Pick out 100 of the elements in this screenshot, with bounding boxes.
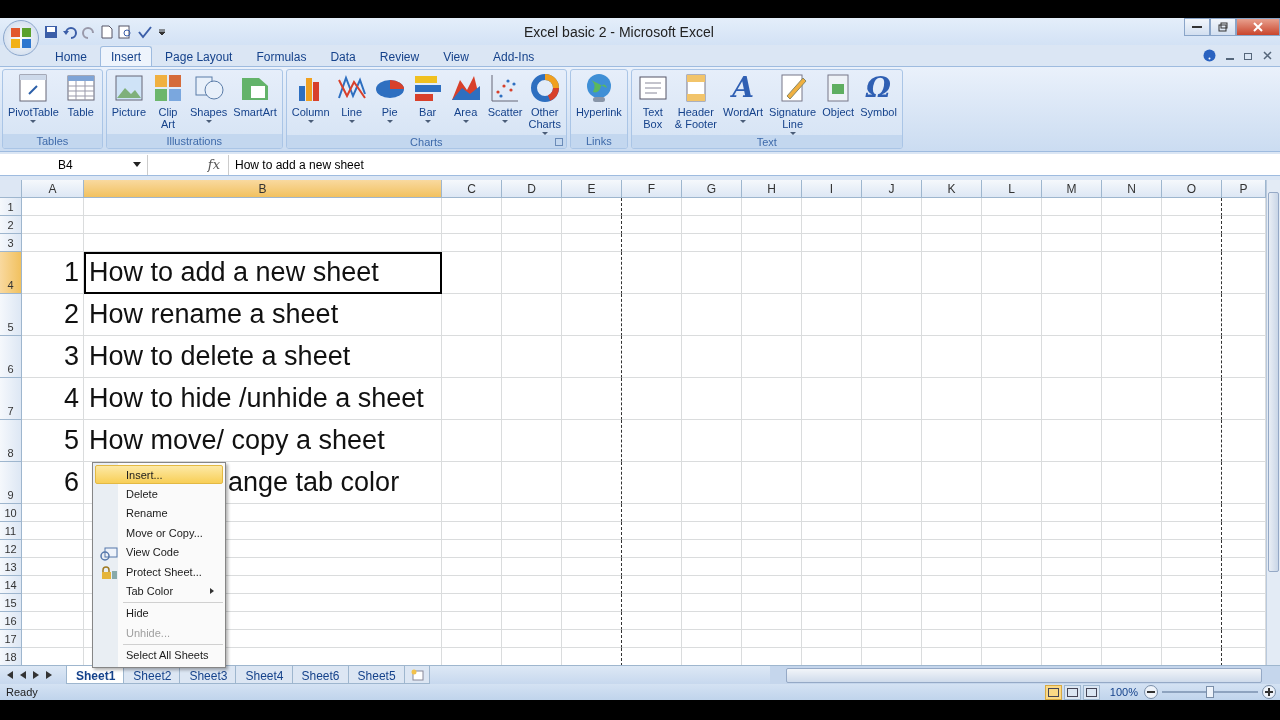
grid-cell[interactable]: [562, 504, 622, 522]
grid-cell[interactable]: [562, 198, 622, 216]
ribbon-button[interactable]: Object: [819, 72, 858, 135]
menu-item[interactable]: Select All Sheets: [95, 645, 223, 665]
row-header[interactable]: 18: [0, 648, 22, 665]
grid-cell[interactable]: 2: [22, 294, 84, 336]
column-header[interactable]: F: [622, 180, 682, 198]
menu-item[interactable]: View Code: [95, 542, 223, 562]
row-header[interactable]: 4: [0, 252, 22, 294]
grid-cell[interactable]: 6: [22, 462, 84, 504]
ribbon-button[interactable]: Line: [332, 72, 371, 135]
menu-item[interactable]: Hide: [95, 603, 223, 624]
menu-item[interactable]: Rename: [95, 503, 223, 524]
menu-item[interactable]: Insert...: [95, 465, 223, 485]
grid-cell[interactable]: How to delete a sheet: [84, 336, 442, 378]
grid-cell[interactable]: [1162, 558, 1222, 576]
close-button[interactable]: [1236, 18, 1280, 36]
insert-sheet-button[interactable]: [403, 666, 430, 684]
grid-cell[interactable]: [562, 336, 622, 378]
column-header[interactable]: H: [742, 180, 802, 198]
grid-cell[interactable]: [1162, 630, 1222, 648]
grid-cell[interactable]: How to hide /unhide a sheet: [84, 378, 442, 420]
grid-cell[interactable]: [562, 420, 622, 462]
ribbon-button[interactable]: Area: [446, 72, 485, 135]
ribbon-button[interactable]: Picture: [108, 72, 149, 134]
horizontal-scrollbar[interactable]: [770, 666, 1280, 684]
grid-cell[interactable]: [1162, 522, 1222, 540]
grid-cell[interactable]: [562, 522, 622, 540]
office-button[interactable]: [3, 20, 39, 56]
grid-cell[interactable]: 3: [22, 336, 84, 378]
row-header[interactable]: 5: [0, 294, 22, 336]
grid-cell[interactable]: 5: [22, 420, 84, 462]
row-header[interactable]: 15: [0, 594, 22, 612]
column-header[interactable]: M: [1042, 180, 1102, 198]
grid-cell[interactable]: [1162, 576, 1222, 594]
grid-cell[interactable]: 1: [22, 252, 84, 294]
insert-function-button[interactable]: fx: [207, 157, 220, 172]
grid-cell[interactable]: [1162, 504, 1222, 522]
ribbon-tab[interactable]: Data: [319, 46, 367, 66]
ribbon-tab[interactable]: Formulas: [245, 46, 318, 66]
grid-cell[interactable]: [1162, 420, 1222, 462]
close-icon[interactable]: [1263, 51, 1272, 60]
ribbon-button[interactable]: PivotTable: [5, 72, 62, 134]
ribbon-tab[interactable]: Page Layout: [154, 46, 244, 66]
ribbon-button[interactable]: Hyperlink: [572, 72, 625, 134]
grid-cell[interactable]: How rename a sheet: [84, 294, 442, 336]
ribbon-button[interactable]: Shapes: [187, 72, 231, 134]
row-header[interactable]: 6: [0, 336, 22, 378]
row-header[interactable]: 13: [0, 558, 22, 576]
view-button[interactable]: [1063, 684, 1081, 700]
grid-cell[interactable]: [562, 252, 622, 294]
menu-item[interactable]: Protect Sheet...: [95, 561, 223, 582]
menu-item[interactable]: Move or Copy...: [95, 523, 223, 543]
grid-cell[interactable]: 4: [22, 378, 84, 420]
column-header[interactable]: C: [442, 180, 502, 198]
row-header[interactable]: 14: [0, 576, 22, 594]
dialog-launcher-icon[interactable]: [554, 138, 563, 146]
ribbon-button[interactable]: SmartArt: [230, 72, 280, 134]
ribbon-tab[interactable]: Insert: [100, 46, 153, 66]
ribbon-button[interactable]: Table: [61, 72, 100, 134]
row-header[interactable]: 12: [0, 540, 22, 558]
new-document-icon[interactable]: [101, 24, 113, 39]
column-header[interactable]: O: [1162, 180, 1222, 198]
column-header[interactable]: K: [922, 180, 982, 198]
column-header[interactable]: B: [84, 180, 442, 198]
sheet-tab[interactable]: Sheet1: [66, 666, 126, 684]
column-header[interactable]: L: [982, 180, 1042, 198]
row-header[interactable]: 2: [0, 216, 22, 234]
name-box[interactable]: B4: [0, 154, 148, 175]
grid-cell[interactable]: [562, 378, 622, 420]
ribbon-button[interactable]: Clip Art: [149, 72, 187, 134]
menu-item[interactable]: Tab Color: [95, 581, 223, 601]
ribbon-button[interactable]: Column: [288, 72, 333, 135]
grid-cell[interactable]: [562, 216, 622, 234]
grid-cell[interactable]: [1162, 378, 1222, 420]
ribbon-button[interactable]: Text Box: [633, 72, 672, 135]
formula-field[interactable]: How to add a new sheet: [228, 154, 1280, 175]
ribbon-tab[interactable]: View: [432, 46, 480, 66]
row-header[interactable]: 8: [0, 420, 22, 462]
row-header[interactable]: 17: [0, 630, 22, 648]
ribbon-button[interactable]: Pie: [370, 72, 409, 135]
view-button[interactable]: [1044, 684, 1062, 700]
column-header[interactable]: D: [502, 180, 562, 198]
row-header[interactable]: 11: [0, 522, 22, 540]
grid-cell[interactable]: [1162, 252, 1222, 294]
zoom-in-button[interactable]: [1262, 685, 1276, 699]
grid-cell[interactable]: [1162, 198, 1222, 216]
vertical-scrollbar[interactable]: [1266, 180, 1280, 665]
column-header[interactable]: I: [802, 180, 862, 198]
column-header[interactable]: N: [1102, 180, 1162, 198]
sheet-tab[interactable]: Sheet6: [291, 666, 350, 684]
sheet-tab[interactable]: Sheet5: [347, 666, 406, 684]
grid-cell[interactable]: [1162, 294, 1222, 336]
ribbon-tab[interactable]: Home: [44, 46, 98, 66]
redo-icon[interactable]: [82, 24, 96, 39]
ribbon-tab[interactable]: Review: [368, 46, 431, 66]
select-all-button[interactable]: [0, 180, 22, 198]
row-header[interactable]: 3: [0, 234, 22, 252]
row-header[interactable]: 9: [0, 462, 22, 504]
grid-cell[interactable]: [1162, 462, 1222, 504]
